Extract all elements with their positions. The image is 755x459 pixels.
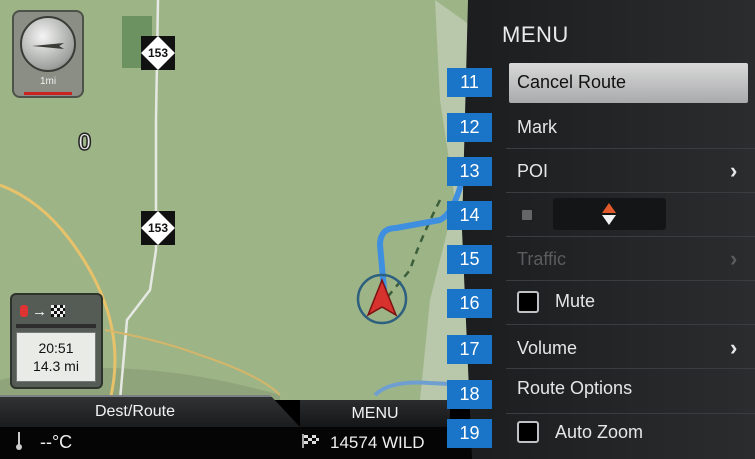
mode-square-icon [522, 210, 532, 220]
callout-number: 18 [447, 380, 492, 409]
menu-item-label: Traffic [517, 249, 567, 269]
menu-item-map-mode[interactable]: 14 [0, 193, 755, 237]
menu-item-label: Volume [517, 338, 578, 358]
callout-number: 19 [447, 419, 492, 448]
callout-number: 13 [447, 157, 492, 186]
north-up-arrow-icon [602, 203, 616, 225]
compass-needle-icon [32, 43, 64, 49]
navigation-screen: 1mi 153 153 0 → 20:51 14.3 mi Dest/Route… [0, 0, 755, 459]
mode-selector-box[interactable] [553, 198, 666, 230]
menu-item-cancel-route[interactable]: 11 Cancel Route [0, 61, 755, 105]
callout-number: 15 [447, 245, 492, 274]
menu-item-poi[interactable]: 13 POI › [0, 149, 755, 193]
mute-checkbox[interactable] [517, 291, 539, 313]
chevron-right-icon: › [730, 335, 738, 360]
menu-item-label: Mute [555, 291, 596, 311]
menu-item-route-options[interactable]: 18 Route Options [0, 370, 755, 414]
menu-item-mute[interactable]: 16 Mute [0, 281, 755, 325]
menu-item-label: Auto Zoom [555, 422, 644, 442]
callout-number: 17 [447, 335, 492, 364]
route-shield-number: 153 [147, 46, 169, 60]
callout-number: 14 [447, 201, 492, 230]
chevron-right-icon: › [730, 158, 738, 183]
menu-item-auto-zoom[interactable]: 19 Auto Zoom [0, 414, 755, 458]
menu-item-label: POI [517, 161, 549, 181]
menu-item-label: Cancel Route [517, 72, 627, 92]
menu-title: MENU [502, 22, 569, 47]
callout-number: 12 [447, 113, 492, 142]
menu-item-label: Mark [517, 117, 557, 137]
chevron-right-icon: › [730, 246, 738, 271]
callout-number: 16 [447, 289, 492, 318]
map-mode-toggle[interactable] [517, 198, 667, 230]
callout-number: 11 [447, 68, 492, 97]
menu-separator [506, 368, 755, 369]
menu-item-label: Route Options [517, 378, 633, 398]
menu-item-volume[interactable]: 17 Volume › [0, 325, 755, 369]
auto-zoom-checkbox[interactable] [517, 421, 539, 443]
menu-item-traffic: 15 Traffic › [0, 237, 755, 281]
menu-item-mark[interactable]: 12 Mark [0, 105, 755, 149]
